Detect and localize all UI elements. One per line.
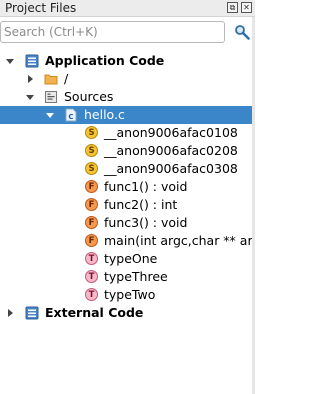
code-group-icon [25,54,39,68]
symbol-label: main(int argc,char ** argv) : int [104,233,255,248]
search-bar [0,20,255,45]
panel-right-edge [252,17,255,394]
expand-arrow-icon[interactable] [46,113,54,118]
symbol-label: __anon9006afac0108 [104,125,238,140]
symbol-label: __anon9006afac0208 [104,143,238,158]
symbol-item[interactable]: F func2() : int [0,196,255,214]
project-files-panel: Project Files ⧉ ✕ Application Code [0,0,255,394]
tree-label: External Code [45,305,144,320]
typedef-icon: T [85,270,98,283]
symbol-item[interactable]: T typeOne [0,250,255,268]
symbol-label: __anon9006afac0308 [104,161,238,176]
symbol-item[interactable]: S __anon9006afac0308 [0,160,255,178]
symbol-label: func3() : void [104,215,188,230]
function-icon: F [85,198,98,211]
close-panel-button[interactable]: ✕ [241,2,252,13]
symbol-item[interactable]: S __anon9006afac0208 [0,142,255,160]
symbol-item[interactable]: T typeTwo [0,286,255,304]
tree-node-hello-c[interactable]: C hello.c [0,106,255,124]
tree-node-sources[interactable]: Sources [0,88,255,106]
function-icon: F [85,216,98,229]
symbol-item[interactable]: T typeThree [0,268,255,286]
search-button[interactable] [234,24,250,40]
symbol-label: typeOne [104,251,158,266]
tree-node-application-code[interactable]: Application Code [0,52,255,70]
tree-label: hello.c [84,107,125,122]
restore-panel-button[interactable]: ⧉ [227,2,238,13]
tree-node-external-code[interactable]: External Code [0,304,255,322]
symbol-label: typeThree [104,269,168,284]
symbol-label: func2() : int [104,197,178,212]
struct-icon: S [85,144,98,157]
function-icon: F [85,180,98,193]
symbol-item[interactable]: S __anon9006afac0108 [0,124,255,142]
c-file-icon: C [65,108,77,122]
struct-icon: S [85,126,98,139]
symbol-item[interactable]: F func1() : void [0,178,255,196]
typedef-icon: T [85,288,98,301]
struct-icon: S [85,162,98,175]
tree-label: Application Code [45,53,165,68]
expand-arrow-icon[interactable] [26,95,34,100]
symbol-item[interactable]: F func3() : void [0,214,255,232]
symbol-item[interactable]: F main(int argc,char ** argv) : int [0,232,255,250]
search-input[interactable] [0,21,225,43]
panel-titlebar: Project Files ⧉ ✕ [0,0,255,17]
expand-arrow-icon[interactable] [6,59,14,64]
sources-icon [45,91,57,103]
panel-title: Project Files [5,1,77,15]
function-icon: F [85,234,98,247]
code-group-icon [25,306,39,320]
collapse-arrow-icon[interactable] [28,75,33,83]
collapse-arrow-icon[interactable] [8,309,13,317]
symbol-label: typeTwo [104,287,156,302]
search-icon [235,25,250,40]
folder-icon [44,74,58,85]
tree-label: / [64,71,69,86]
tree-label: Sources [64,89,114,104]
symbol-label: func1() : void [104,179,188,194]
typedef-icon: T [85,252,98,265]
svg-text:C: C [68,113,73,121]
tree-node-root-folder[interactable]: / [0,70,255,88]
